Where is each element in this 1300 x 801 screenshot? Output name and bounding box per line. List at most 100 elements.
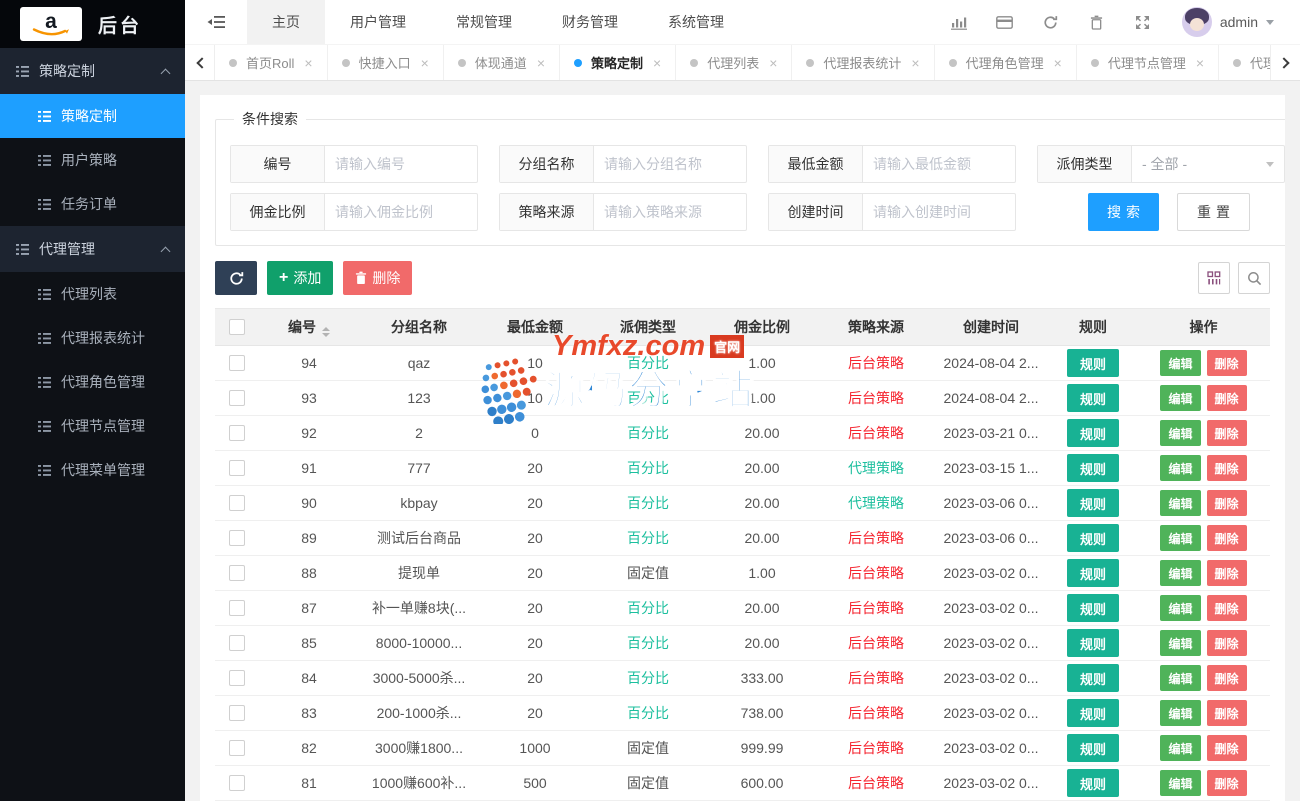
nav-item[interactable]: 系统管理	[643, 0, 749, 44]
delete-button[interactable]: 删除	[1207, 455, 1247, 481]
row-checkbox[interactable]	[229, 670, 245, 686]
row-checkbox[interactable]	[229, 495, 245, 511]
close-tab-icon[interactable]: ×	[421, 55, 429, 71]
rule-button[interactable]: 规则	[1067, 664, 1119, 692]
delete-button[interactable]: 删除	[1207, 560, 1247, 586]
tabs-scroll-left-button[interactable]	[185, 45, 215, 80]
edit-button[interactable]: 编辑	[1160, 770, 1200, 796]
page-tab[interactable]: 快捷入口×	[328, 45, 444, 80]
delete-button[interactable]: 删除	[1207, 525, 1247, 551]
rule-button[interactable]: 规则	[1067, 384, 1119, 412]
row-checkbox[interactable]	[229, 775, 245, 791]
sidebar-item[interactable]: 代理报表统计	[0, 316, 185, 360]
trash-action-button[interactable]	[1074, 15, 1120, 30]
row-checkbox[interactable]	[229, 355, 245, 371]
search-field-input[interactable]	[863, 194, 1015, 230]
rule-button[interactable]: 规则	[1067, 769, 1119, 797]
delete-button[interactable]: 删除	[1207, 350, 1247, 376]
close-tab-icon[interactable]: ×	[1054, 55, 1062, 71]
edit-button[interactable]: 编辑	[1160, 630, 1200, 656]
row-checkbox[interactable]	[229, 460, 245, 476]
row-checkbox[interactable]	[229, 530, 245, 546]
sidebar-item[interactable]: 代理节点管理	[0, 404, 185, 448]
sidebar-item[interactable]: 代理列表	[0, 272, 185, 316]
rule-button[interactable]: 规则	[1067, 524, 1119, 552]
row-checkbox[interactable]	[229, 565, 245, 581]
page-tab[interactable]: 代理列表×	[676, 45, 792, 80]
nav-item[interactable]: 主页	[247, 0, 325, 44]
delete-button[interactable]: 删除	[1207, 385, 1247, 411]
rule-button[interactable]: 规则	[1067, 699, 1119, 727]
card-action-button[interactable]	[982, 16, 1028, 29]
nav-item[interactable]: 财务管理	[537, 0, 643, 44]
sidebar-item[interactable]: 策略定制	[0, 94, 185, 138]
rule-button[interactable]: 规则	[1067, 454, 1119, 482]
page-tab[interactable]: 首页Roll×	[215, 45, 328, 80]
search-button[interactable]: 搜索	[1088, 193, 1159, 231]
row-checkbox[interactable]	[229, 425, 245, 441]
sidebar-item[interactable]: 任务订单	[0, 182, 185, 226]
close-tab-icon[interactable]: ×	[911, 55, 919, 71]
search-field-input[interactable]	[325, 146, 477, 182]
row-checkbox[interactable]	[229, 635, 245, 651]
close-tab-icon[interactable]: ×	[653, 55, 661, 71]
edit-button[interactable]: 编辑	[1160, 490, 1200, 516]
nav-item[interactable]: 用户管理	[325, 0, 431, 44]
rule-button[interactable]: 规则	[1067, 734, 1119, 762]
chart-action-button[interactable]	[936, 15, 982, 30]
search-field-input[interactable]	[594, 146, 746, 182]
rule-button[interactable]: 规则	[1067, 349, 1119, 377]
sort-icon[interactable]	[322, 327, 330, 337]
edit-button[interactable]: 编辑	[1160, 735, 1200, 761]
row-checkbox[interactable]	[229, 740, 245, 756]
delete-button[interactable]: 删除	[1207, 700, 1247, 726]
search-field-input[interactable]	[594, 194, 746, 230]
delete-button[interactable]: 删除	[1207, 630, 1247, 656]
fullscreen-action-button[interactable]	[1120, 15, 1166, 30]
add-button[interactable]: + 添加	[267, 261, 333, 295]
delete-button[interactable]: 删除	[1207, 595, 1247, 621]
user-menu[interactable]: admin	[1182, 7, 1274, 37]
page-tab[interactable]: 策略定制×	[560, 45, 676, 80]
sidebar-item[interactable]: 代理菜单管理	[0, 448, 185, 492]
sidebar-group-0[interactable]: 策略定制	[0, 48, 185, 94]
edit-button[interactable]: 编辑	[1160, 420, 1200, 446]
page-tab[interactable]: 代理角色管理×	[935, 45, 1077, 80]
tabs-scroll-right-button[interactable]	[1270, 45, 1300, 80]
refresh-button[interactable]	[215, 261, 257, 295]
select-all-checkbox[interactable]	[229, 319, 245, 335]
rule-button[interactable]: 规则	[1067, 489, 1119, 517]
edit-button[interactable]: 编辑	[1160, 385, 1200, 411]
batch-delete-button[interactable]: 删除	[343, 261, 412, 295]
edit-button[interactable]: 编辑	[1160, 525, 1200, 551]
delete-button[interactable]: 删除	[1207, 665, 1247, 691]
refresh-action-button[interactable]	[1028, 15, 1074, 30]
edit-button[interactable]: 编辑	[1160, 595, 1200, 621]
edit-button[interactable]: 编辑	[1160, 455, 1200, 481]
sidebar-item[interactable]: 代理角色管理	[0, 360, 185, 404]
edit-button[interactable]: 编辑	[1160, 665, 1200, 691]
delete-button[interactable]: 删除	[1207, 770, 1247, 796]
close-tab-icon[interactable]: ×	[537, 55, 545, 71]
edit-button[interactable]: 编辑	[1160, 560, 1200, 586]
row-checkbox[interactable]	[229, 390, 245, 406]
reset-button[interactable]: 重置	[1177, 193, 1250, 231]
page-tab[interactable]: 代理报表统计×	[792, 45, 934, 80]
search-field-input[interactable]	[863, 146, 1015, 182]
edit-button[interactable]: 编辑	[1160, 700, 1200, 726]
close-tab-icon[interactable]: ×	[304, 55, 312, 71]
commission-type-select[interactable]: - 全部 -	[1132, 146, 1284, 182]
page-tab[interactable]: 体现通道×	[444, 45, 560, 80]
delete-button[interactable]: 删除	[1207, 735, 1247, 761]
delete-button[interactable]: 删除	[1207, 490, 1247, 516]
row-checkbox[interactable]	[229, 705, 245, 721]
columns-filter-button[interactable]	[1198, 262, 1230, 294]
delete-button[interactable]: 删除	[1207, 420, 1247, 446]
rule-button[interactable]: 规则	[1067, 594, 1119, 622]
table-search-button[interactable]	[1238, 262, 1270, 294]
page-tab[interactable]: 代理菜单管理×	[1219, 45, 1270, 80]
row-checkbox[interactable]	[229, 600, 245, 616]
rule-button[interactable]: 规则	[1067, 419, 1119, 447]
close-tab-icon[interactable]: ×	[769, 55, 777, 71]
collapse-menu-icon[interactable]	[185, 15, 247, 29]
